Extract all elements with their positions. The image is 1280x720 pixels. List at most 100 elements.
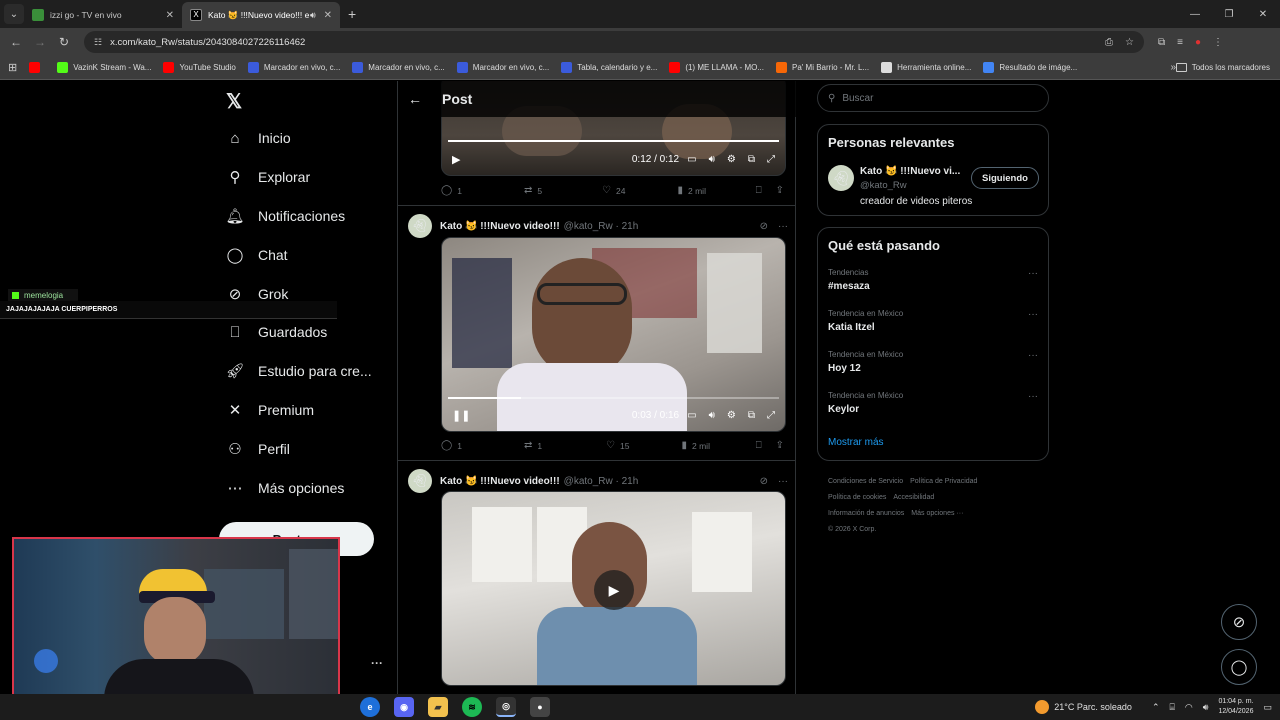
play-overlay-icon[interactable]: ▶ <box>594 570 634 610</box>
notifications-icon[interactable]: ▭ <box>1263 702 1272 713</box>
grok-icon[interactable]: ⊘ <box>760 221 768 232</box>
trend-item[interactable]: Tendencia en México Hoy 12 ··· <box>828 350 1040 374</box>
trend-more-icon[interactable]: ··· <box>1028 350 1038 361</box>
footer-link[interactable]: Política de Privacidad <box>910 478 977 485</box>
following-button[interactable]: Siguiendo <box>971 167 1039 189</box>
video-progress-bar[interactable] <box>448 140 779 142</box>
bookmark-item[interactable]: Tabla, calendario y e... <box>561 62 657 73</box>
x-logo-icon[interactable]: 𝕏 <box>226 89 242 114</box>
back-icon[interactable]: ← <box>4 35 28 49</box>
footer-link[interactable]: Política de cookies <box>828 494 886 501</box>
minimize-icon[interactable]: — <box>1178 0 1212 28</box>
nav-item-más-opciones[interactable]: ⋯ Más opciones <box>226 479 345 497</box>
settings-icon[interactable]: ⚙ <box>727 154 736 165</box>
trend-item[interactable]: Tendencia en México Keylor ··· <box>828 391 1040 415</box>
video-player-3[interactable]: ▶ <box>441 491 786 686</box>
bookmark-item[interactable]: (1) ME LLAMA - MO... <box>669 62 764 73</box>
footer-link[interactable]: © 2026 X Corp. <box>828 526 876 533</box>
reply-button[interactable]: ◯ 1 <box>441 440 462 451</box>
messages-fab-button[interactable]: ◯ <box>1221 649 1257 685</box>
grok-icon[interactable]: ⊘ <box>760 476 768 487</box>
tab-search-button[interactable]: ⌄ <box>4 4 24 24</box>
file-explorer-icon[interactable]: ▰ <box>428 697 448 717</box>
spotify-icon[interactable]: ≋ <box>462 697 482 717</box>
fullscreen-icon[interactable]: ⤢ <box>767 410 775 421</box>
tray-chevron-icon[interactable]: ⌃ <box>1152 702 1160 713</box>
trend-more-icon[interactable]: ··· <box>1028 391 1038 402</box>
browser-tab-kato[interactable]: X Kato 😼 !!!Nuevo video!!! e 🔊︎ ✕ <box>182 2 340 28</box>
popout-icon[interactable]: ⧉ <box>748 410 755 421</box>
bookmark-item[interactable]: Marcador en vivo, c... <box>352 62 445 73</box>
repost-button[interactable]: ⇄ 5 <box>524 185 542 196</box>
avatar[interactable]: 👻︎ <box>408 214 432 238</box>
nav-item-perfil[interactable]: ⚇ Perfil <box>226 440 290 458</box>
close-tab-icon[interactable]: ✕ <box>166 10 174 21</box>
url-bar[interactable]: ☷ x.com/kato_Rw/status/20430840272261164… <box>84 31 1144 53</box>
nav-item-guardados[interactable]: ⎕ Guardados <box>226 323 327 341</box>
fullscreen-icon[interactable]: ⤢ <box>767 154 775 165</box>
all-bookmarks-button[interactable]: Todos los marcadores <box>1175 63 1270 72</box>
profile-icon[interactable]: ● <box>1195 37 1201 48</box>
bookmark-item[interactable] <box>29 62 45 73</box>
play-icon[interactable]: ▶ <box>452 153 460 166</box>
pause-icon[interactable]: ❚❚ <box>452 409 470 422</box>
video-progress-bar[interactable] <box>448 397 779 399</box>
bookmark-item[interactable]: Pa' Mi Barrio - Mr. L... <box>776 62 869 73</box>
settings-icon[interactable]: ⚙ <box>727 410 736 421</box>
more-icon[interactable]: ··· <box>778 476 788 487</box>
bookmark-item[interactable]: Marcador en vivo, c... <box>456 62 549 73</box>
footer-link[interactable]: Más opciones ··· <box>911 510 963 517</box>
nav-item-notificaciones[interactable]: 🔔︎ Notificaciones <box>225 207 345 225</box>
volume-icon[interactable]: 🔊︎ <box>709 154 715 165</box>
person-name[interactable]: Kato 😼 !!!Nuevo vi... <box>860 166 960 177</box>
nav-item-inicio[interactable]: ⌂ Inicio <box>226 129 290 147</box>
close-tab-icon[interactable]: ✕ <box>324 10 332 21</box>
forward-icon[interactable]: → <box>28 35 52 49</box>
install-app-icon[interactable]: ⎙ <box>1105 37 1113 48</box>
bookmark-item[interactable]: YouTube Studio <box>163 62 236 73</box>
restore-icon[interactable]: ❐ <box>1212 0 1246 28</box>
repost-button[interactable]: ⇄ 1 <box>524 440 542 451</box>
popout-icon[interactable]: ⧉ <box>748 154 755 165</box>
clock[interactable]: 01:04 p. m. 12/04/2026 <box>1218 697 1253 717</box>
reply-button[interactable]: ◯ 1 <box>441 185 462 196</box>
trend-more-icon[interactable]: ··· <box>1028 309 1038 320</box>
tweet-author-name[interactable]: Kato 😼 !!!Nuevo video!!! <box>440 221 560 232</box>
media-controls-icon[interactable]: ≡ <box>1177 37 1183 48</box>
nav-item-chat[interactable]: ◯ Chat <box>226 246 288 264</box>
captions-icon[interactable]: ▭ <box>687 154 696 165</box>
show-more-link[interactable]: Mostrar más <box>828 437 884 448</box>
close-window-icon[interactable]: ✕ <box>1246 0 1280 28</box>
tweet-author-name[interactable]: Kato 😼 !!!Nuevo video!!! <box>440 476 560 487</box>
discord-icon[interactable]: ◉ <box>394 697 414 717</box>
like-button[interactable]: ♡ 24 <box>602 185 625 196</box>
wifi-icon[interactable]: ◠ <box>1185 702 1193 713</box>
footer-link[interactable]: Condiciones de Servicio <box>828 478 903 485</box>
more-icon[interactable]: ··· <box>778 221 788 232</box>
obs-icon[interactable]: ● <box>530 697 550 717</box>
edge-icon[interactable]: e <box>360 697 380 717</box>
nav-item-premium[interactable]: ✕ Premium <box>226 401 314 419</box>
bookmark-tweet-button[interactable]: ⎕ <box>756 185 762 196</box>
extensions-icon[interactable]: ⧉ <box>1158 37 1165 48</box>
trend-item[interactable]: Tendencia en México Katia Itzel ··· <box>828 309 1040 333</box>
nav-item-explorar[interactable]: ⚲ Explorar <box>226 168 311 186</box>
apps-grid-icon[interactable]: ⊞ <box>8 61 17 74</box>
nav-item-estudio-para-cre-[interactable]: 🚀︎ Estudio para cre... <box>225 362 371 380</box>
captions-icon[interactable]: ▭ <box>687 410 696 421</box>
chrome-icon[interactable]: ◎ <box>496 697 516 717</box>
bookmark-item[interactable]: VazinK Stream - Wa... <box>57 62 151 73</box>
share-button[interactable]: ⇪ <box>776 185 784 196</box>
back-arrow-icon[interactable]: ← <box>408 91 422 107</box>
bookmark-tweet-button[interactable]: ⎕ <box>756 440 762 451</box>
volume-tray-icon[interactable]: 🔊︎ <box>1203 702 1209 713</box>
share-button[interactable]: ⇪ <box>776 440 784 451</box>
like-button[interactable]: ♡ 15 <box>606 440 629 451</box>
reload-icon[interactable]: ↻ <box>52 35 76 49</box>
views-button[interactable]: ▮ 2 mil <box>678 185 706 196</box>
volume-icon[interactable]: 🔊︎ <box>709 410 715 421</box>
bookmark-item[interactable]: Marcador en vivo, c... <box>247 62 340 73</box>
views-button[interactable]: ▮ 2 mil <box>682 440 710 451</box>
avatar[interactable]: 👻︎ <box>408 469 432 493</box>
trend-more-icon[interactable]: ··· <box>1028 268 1038 279</box>
